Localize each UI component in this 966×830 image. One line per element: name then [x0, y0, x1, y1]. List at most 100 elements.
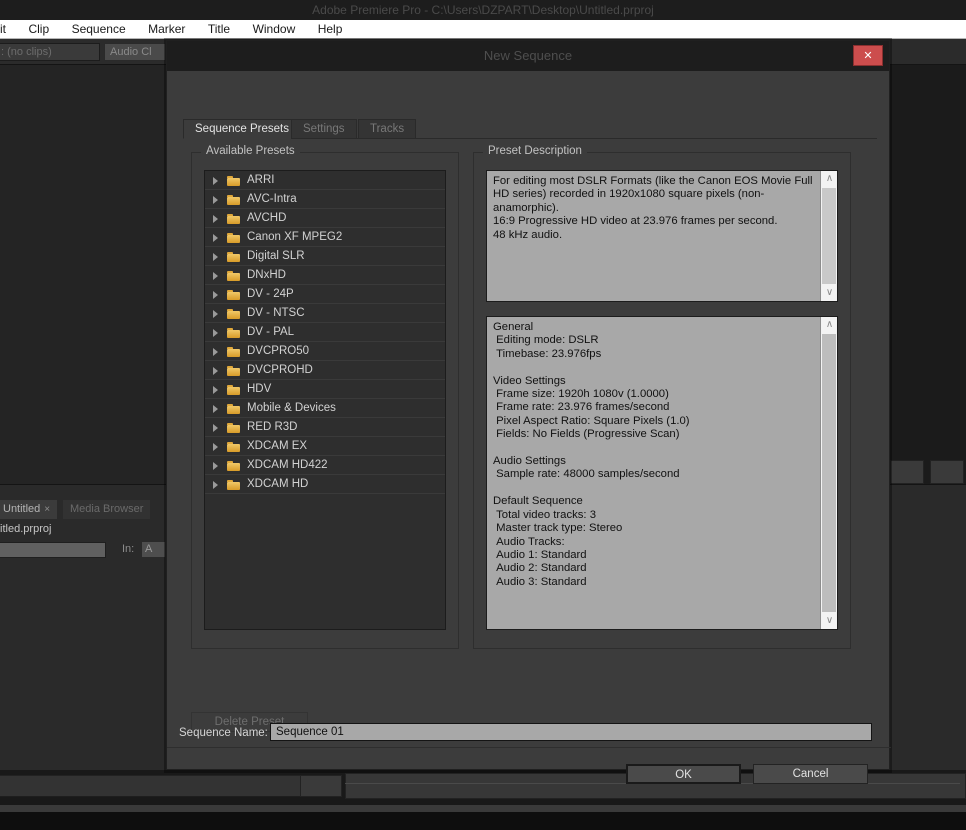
in-point-label: In:	[122, 543, 135, 555]
dialog-titlebar: New Sequence ✕	[167, 41, 889, 71]
tab-media-browser[interactable]: Media Browser	[63, 500, 151, 519]
preset-description-scrollbar[interactable]: ∧ ∨	[820, 171, 837, 301]
close-icon[interactable]: ×	[44, 504, 50, 515]
preset-description-legend: Preset Description	[483, 145, 587, 157]
insert-icon-button[interactable]	[890, 460, 924, 484]
preset-tree-item[interactable]: DVCPRO50	[205, 342, 445, 361]
chevron-right-icon[interactable]	[213, 386, 218, 394]
preset-tree-item-label: DVCPROHD	[247, 364, 313, 376]
chevron-up-icon[interactable]: ∧	[821, 171, 837, 187]
preset-tree-item-label: Mobile & Devices	[247, 402, 336, 414]
sequence-name-input[interactable]	[270, 723, 872, 741]
menu-item-window[interactable]: Window	[244, 20, 305, 39]
preset-tree-item-label: DVCPRO50	[247, 345, 309, 357]
chevron-right-icon[interactable]	[213, 310, 218, 318]
overwrite-icon-button[interactable]	[930, 460, 964, 484]
menubar: it Clip Sequence Marker Title Window Hel…	[0, 20, 966, 39]
preset-tree-item[interactable]: Digital SLR	[205, 247, 445, 266]
chevron-right-icon[interactable]	[213, 424, 218, 432]
chevron-down-icon[interactable]: ∨	[821, 285, 837, 301]
ok-button[interactable]: OK	[626, 764, 741, 784]
preset-settings-text: General Editing mode: DSLR Timebase: 23.…	[493, 321, 690, 588]
preset-tree-item-label: HDV	[247, 383, 272, 395]
chevron-right-icon[interactable]	[213, 253, 218, 261]
chevron-right-icon[interactable]	[213, 348, 218, 356]
preset-tree-item[interactable]: DNxHD	[205, 266, 445, 285]
menu-item-edit[interactable]: it	[0, 20, 15, 39]
close-icon[interactable]: ✕	[853, 45, 883, 66]
preset-tree-item[interactable]: DV - 24P	[205, 285, 445, 304]
chevron-down-icon[interactable]: ∨	[821, 613, 837, 629]
preset-tree-item[interactable]: HDV	[205, 380, 445, 399]
preset-tree-item[interactable]: RED R3D	[205, 418, 445, 437]
folder-icon	[227, 366, 240, 376]
app-titlebar: Adobe Premiere Pro - C:\Users\DZPART\Des…	[0, 0, 966, 20]
preset-tree-item-label: XDCAM HD422	[247, 459, 328, 471]
chevron-right-icon[interactable]	[213, 405, 218, 413]
source-clip-chip[interactable]: : (no clips)	[0, 43, 100, 61]
tab-untitled-project[interactable]: Untitled ×	[0, 500, 58, 519]
cancel-button[interactable]: Cancel	[753, 764, 868, 784]
folder-icon	[227, 195, 240, 205]
project-filename: titled.prproj	[0, 523, 52, 535]
audio-clip-tab[interactable]: Audio Cl	[104, 43, 166, 61]
tab-tracks[interactable]: Tracks	[358, 119, 417, 139]
preset-tree-item[interactable]: Mobile & Devices	[205, 399, 445, 418]
preset-tree-item[interactable]: XDCAM HD422	[205, 456, 445, 475]
chevron-right-icon[interactable]	[213, 443, 218, 451]
preset-tree-item[interactable]: XDCAM EX	[205, 437, 445, 456]
folder-icon	[227, 309, 240, 319]
chevron-right-icon[interactable]	[213, 481, 218, 489]
chevron-right-icon[interactable]	[213, 291, 218, 299]
menu-item-clip[interactable]: Clip	[19, 20, 58, 39]
chevron-right-icon[interactable]	[213, 462, 218, 470]
preset-tree-item-label: XDCAM EX	[247, 440, 308, 452]
chevron-right-icon[interactable]	[213, 215, 218, 223]
in-point-value[interactable]: A	[141, 541, 166, 558]
folder-icon	[227, 423, 240, 433]
project-panel-toolbar: ▲ △ ◆ ▘▐ ⚲ 📁 ▦ 🗑	[0, 775, 300, 797]
preset-tree-item[interactable]: ARRI	[205, 171, 445, 190]
preset-tree-item-label: RED R3D	[247, 421, 298, 433]
dialog-body: Sequence Presets Settings Tracks Availab…	[167, 71, 891, 784]
chevron-right-icon[interactable]	[213, 329, 218, 337]
chevron-up-icon[interactable]: ∧	[821, 317, 837, 333]
chevron-right-icon[interactable]	[213, 367, 218, 375]
folder-icon	[227, 271, 240, 281]
preset-tree-item[interactable]: Canon XF MPEG2	[205, 228, 445, 247]
chevron-right-icon[interactable]	[213, 234, 218, 242]
folder-icon	[227, 252, 240, 262]
windows-taskbar	[0, 812, 966, 830]
dialog-separator	[167, 747, 891, 748]
preset-tree-item-label: AVC-Intra	[247, 193, 297, 205]
folder-icon	[227, 404, 240, 414]
chevron-right-icon[interactable]	[213, 196, 218, 204]
preset-tree-item-label: XDCAM HD	[247, 478, 309, 490]
scrollbar-thumb[interactable]	[822, 334, 836, 612]
preset-tree-item[interactable]: DV - PAL	[205, 323, 445, 342]
preset-tree-item[interactable]: DVCPROHD	[205, 361, 445, 380]
project-search-input[interactable]	[0, 542, 106, 558]
chevron-right-icon[interactable]	[213, 272, 218, 280]
available-presets-legend: Available Presets	[201, 145, 300, 157]
preset-settings-scrollbar[interactable]: ∧ ∨	[820, 317, 837, 629]
dialog-title: New Sequence	[483, 48, 573, 63]
tab-settings[interactable]: Settings	[291, 119, 357, 139]
preset-tree-item[interactable]: AVCHD	[205, 209, 445, 228]
new-sequence-dialog: New Sequence ✕ Sequence Presets Settings…	[166, 40, 891, 784]
preset-tree-item[interactable]: XDCAM HD	[205, 475, 445, 494]
menu-item-title[interactable]: Title	[199, 20, 239, 39]
scrollbar-thumb[interactable]	[822, 188, 836, 284]
preset-tree-item[interactable]: AVC-Intra	[205, 190, 445, 209]
menu-item-sequence[interactable]: Sequence	[63, 20, 135, 39]
tab-sequence-presets[interactable]: Sequence Presets	[183, 119, 301, 139]
menu-item-marker[interactable]: Marker	[139, 20, 194, 39]
menu-item-help[interactable]: Help	[309, 20, 352, 39]
chevron-right-icon[interactable]	[213, 177, 218, 185]
preset-tree-item[interactable]: DV - NTSC	[205, 304, 445, 323]
preset-tree-item-label: ARRI	[247, 174, 275, 186]
project-panel-tabs: Untitled × Media Browser	[0, 500, 180, 519]
preset-tree-item-label: Digital SLR	[247, 250, 305, 262]
preset-tree[interactable]: ARRI AVC-Intra AVCHD Canon XF MPEG2 Digital …	[204, 170, 446, 630]
preset-tree-item-label: DV - NTSC	[247, 307, 305, 319]
